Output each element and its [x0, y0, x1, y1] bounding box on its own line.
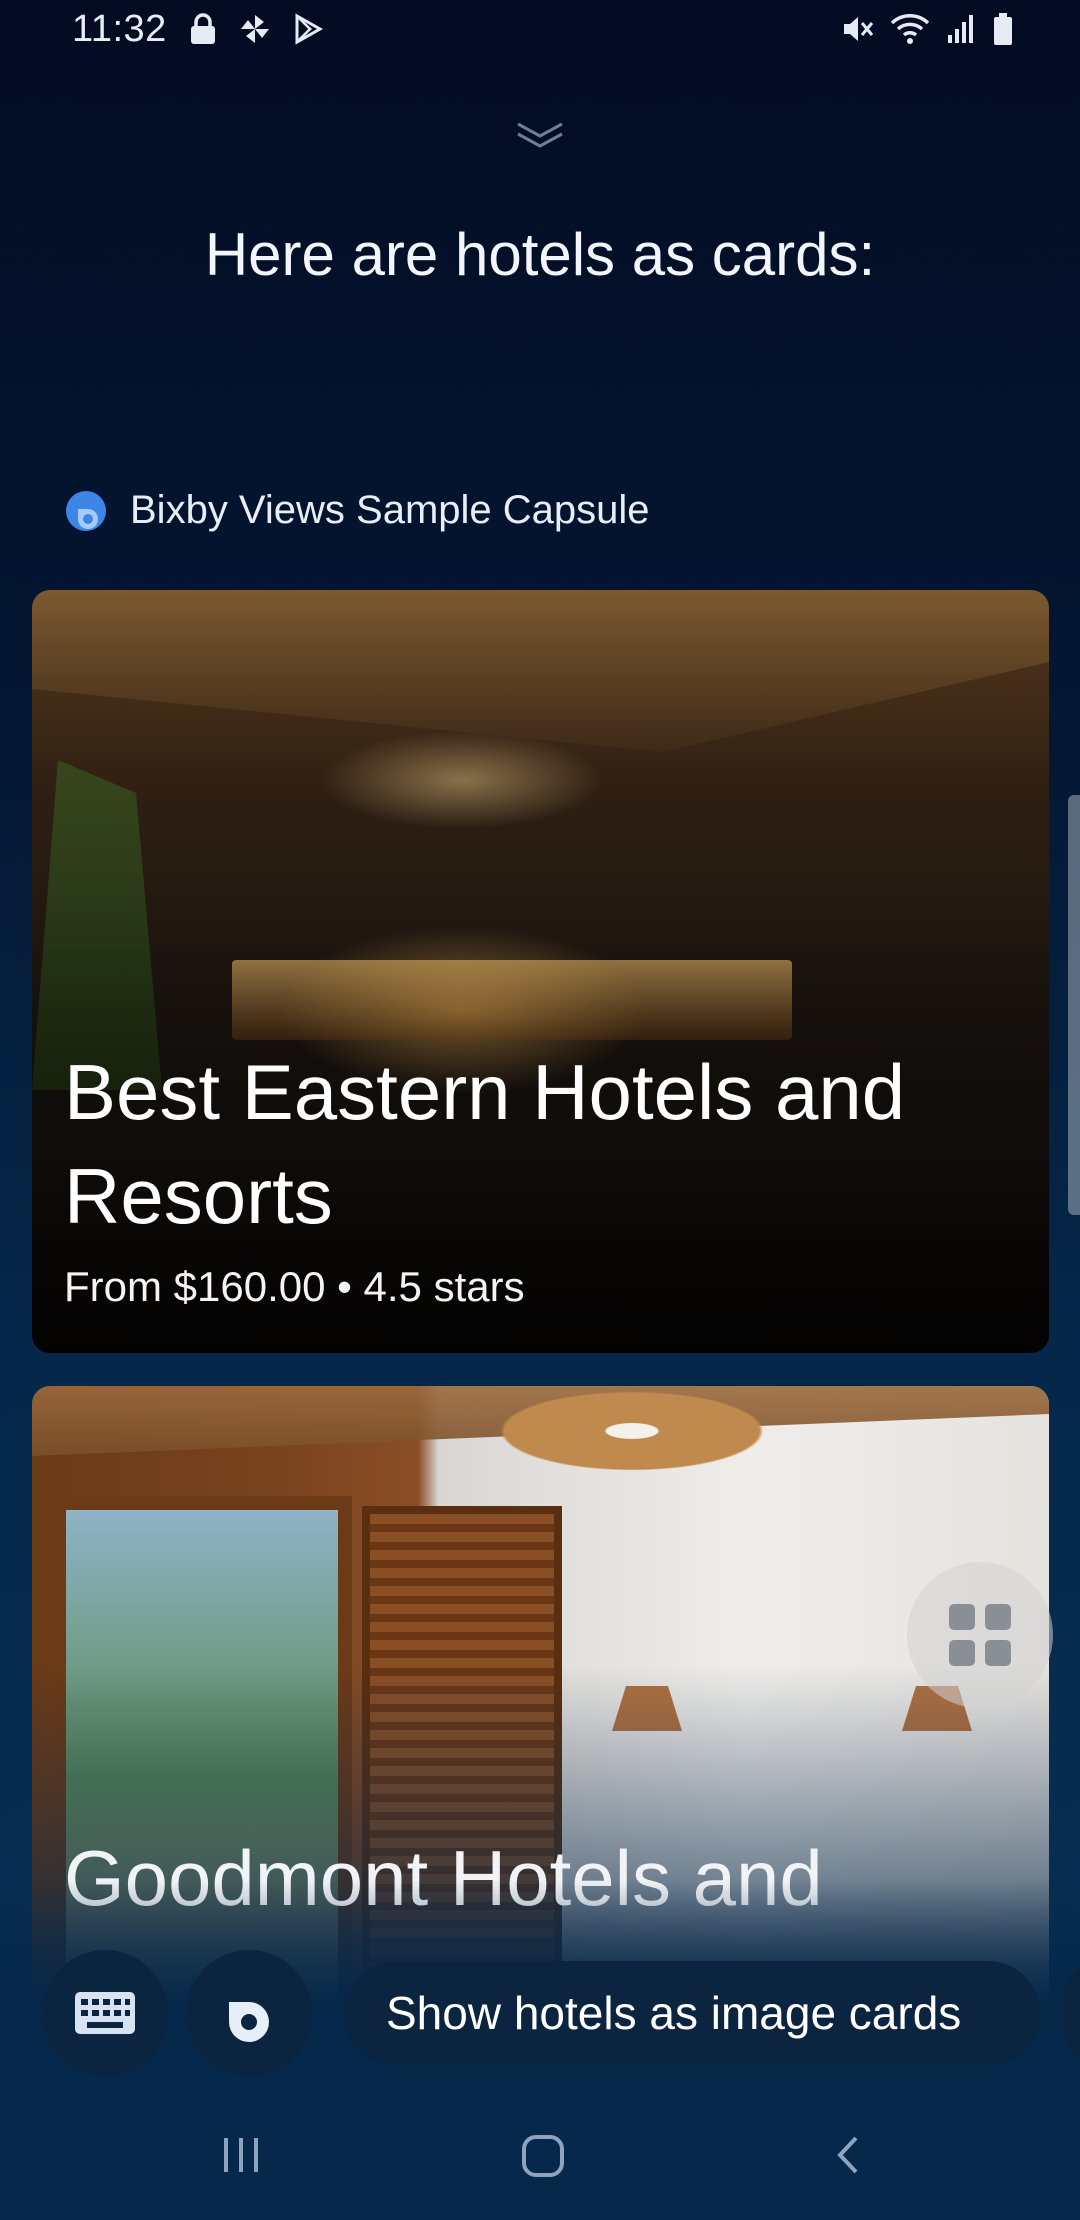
bixby-icon	[229, 1986, 269, 2042]
layout-toggle-button[interactable]	[907, 1562, 1053, 1708]
keyboard-button[interactable]	[42, 1950, 168, 2076]
bixby-capsule-icon	[66, 490, 106, 531]
capsule-label: Bixby Views Sample Capsule	[64, 488, 650, 533]
collapse-chevron-icon[interactable]	[514, 118, 566, 152]
scroll-indicator[interactable]	[1068, 795, 1080, 1215]
grid-icon	[949, 1604, 1011, 1666]
hotel-name: Best Eastern Hotels and Resorts	[64, 1048, 906, 1240]
capsule-name: Bixby Views Sample Capsule	[130, 488, 650, 532]
recents-icon[interactable]	[222, 2130, 262, 2180]
back-icon[interactable]	[830, 2130, 866, 2180]
mute-icon	[844, 17, 874, 41]
keyboard-icon	[75, 1992, 135, 2034]
navigation-bar	[0, 2110, 1080, 2220]
pinwheel-icon	[241, 15, 269, 43]
wifi-icon	[890, 14, 930, 44]
lock-icon	[191, 13, 215, 44]
play-store-icon	[295, 13, 324, 45]
bixby-button[interactable]	[186, 1950, 312, 2076]
home-icon[interactable]	[520, 2130, 566, 2180]
status-bar: 11:32	[0, 0, 1080, 64]
signal-icon	[948, 15, 973, 43]
battery-icon	[994, 13, 1012, 45]
hotel-price-rating: From $160.00 • 4.5 stars	[64, 1263, 525, 1310]
hotel-card[interactable]: Best Eastern Hotels and Resorts From $16…	[32, 590, 1049, 1353]
status-time: 11:32	[72, 8, 167, 50]
response-headline: Here are hotels as cards:	[204, 221, 876, 288]
suggestion-chip[interactable]: Show hotels as image cards	[344, 1961, 1040, 2065]
